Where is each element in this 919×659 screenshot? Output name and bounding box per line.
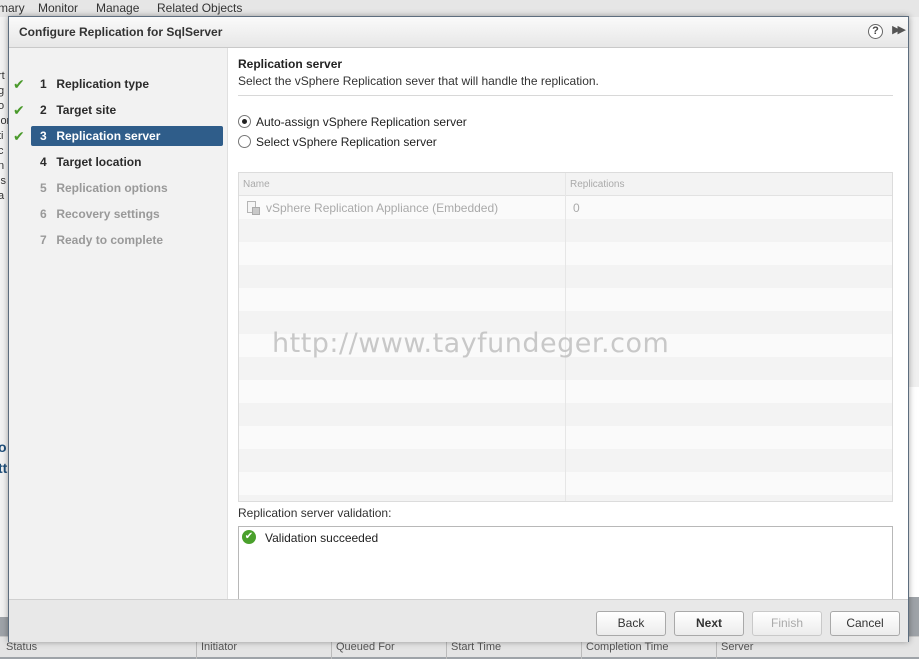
wizard-steps-panel: ✔ 1 Replication type ✔ 2 Target site ✔ 3… <box>9 48 228 600</box>
wizard-content: Replication server Select the vSphere Re… <box>238 48 894 607</box>
background-col-initiator: Initiator <box>196 641 237 659</box>
wizard-step-ready-to-complete: 7 Ready to complete <box>31 230 223 250</box>
radio-auto-assign-label: Auto-assign vSphere Replication server <box>256 115 467 129</box>
validation-box: ✔ Validation succeeded <box>238 526 893 607</box>
step-number: 7 <box>40 233 47 247</box>
replications-cell: 0 <box>573 201 580 215</box>
background-col-status: Status <box>6 641 38 653</box>
step-number: 2 <box>40 103 47 117</box>
watermark-text: http://www.tayfundeger.com <box>272 328 670 359</box>
step-label: Target site <box>56 103 117 117</box>
dialog-title: Configure Replication for SqlServer <box>19 25 223 39</box>
column-header-name: Name <box>243 179 270 190</box>
check-circle-icon: ✔ <box>242 530 256 544</box>
step-number: 3 <box>40 129 47 143</box>
background-tab-manage: Manage <box>96 1 140 15</box>
page-description: Select the vSphere Replication sever tha… <box>238 74 599 88</box>
background-left-link: o <box>0 439 7 455</box>
step-label: Replication server <box>56 129 161 143</box>
check-icon: ✔ <box>13 102 25 118</box>
background-col-start-time: Start Time <box>446 641 501 659</box>
server-name-cell: vSphere Replication Appliance (Embedded) <box>266 201 499 215</box>
wizard-step-target-location[interactable]: 4 Target location <box>31 152 223 172</box>
background-left-links: o tt <box>0 437 7 479</box>
step-number: 4 <box>40 155 47 169</box>
check-icon: ✔ <box>13 128 25 144</box>
background-tab-summary: mary <box>0 1 25 15</box>
step-label: Recovery settings <box>56 207 160 221</box>
next-button[interactable]: Next <box>674 611 744 636</box>
radio-auto-assign[interactable]: Auto-assign vSphere Replication server <box>238 114 467 132</box>
configure-replication-dialog: Configure Replication for SqlServer ? ▶▶… <box>8 16 909 642</box>
divider <box>238 95 893 96</box>
radio-select-server[interactable]: Select vSphere Replication server <box>238 134 437 152</box>
column-header-replications: Replications <box>570 179 625 190</box>
step-number: 5 <box>40 181 47 195</box>
wizard-step-target-site[interactable]: ✔ 2 Target site <box>13 100 223 120</box>
background-col-queued-for: Queued For <box>331 641 395 659</box>
step-label: Replication options <box>56 181 168 195</box>
validation-label: Replication server validation: <box>238 506 392 520</box>
step-label: Replication type <box>56 77 150 91</box>
validation-message: Validation succeeded <box>265 531 379 545</box>
wizard-step-replication-type[interactable]: ✔ 1 Replication type <box>13 74 223 94</box>
finish-button: Finish <box>752 611 822 636</box>
wizard-step-recovery-settings: 6 Recovery settings <box>31 204 223 224</box>
background-tab-related-objects: Related Objects <box>157 1 243 15</box>
wizard-step-replication-options: 5 Replication options <box>31 178 223 198</box>
background-left-link: tt <box>0 460 8 476</box>
background-tab-monitor: Monitor <box>38 1 79 15</box>
step-number: 6 <box>40 207 47 221</box>
background-col-completion-time: Completion Time <box>581 641 669 659</box>
cancel-button[interactable]: Cancel <box>830 611 900 636</box>
page-title: Replication server <box>238 57 343 71</box>
back-button[interactable]: Back <box>596 611 666 636</box>
step-number: 1 <box>40 77 47 91</box>
server-icon <box>246 200 260 215</box>
radio-button-selected[interactable] <box>238 115 251 129</box>
check-icon: ✔ <box>13 76 25 92</box>
background-tab-bar: mary Monitor Manage Related Objects <box>0 0 919 17</box>
step-label: Target location <box>56 155 142 169</box>
radio-button[interactable] <box>238 135 251 149</box>
dialog-footer: Back Next Finish Cancel <box>9 599 908 642</box>
step-label: Ready to complete <box>56 233 164 247</box>
expand-icon[interactable]: ▶▶ <box>892 23 906 36</box>
dialog-titlebar[interactable]: Configure Replication for SqlServer ? ▶▶ <box>9 17 908 48</box>
help-icon[interactable]: ? <box>868 24 883 39</box>
radio-select-server-label: Select vSphere Replication server <box>256 135 437 149</box>
wizard-step-replication-server[interactable]: ✔ 3 Replication server <box>13 126 223 146</box>
background-col-server: Server <box>716 641 753 659</box>
